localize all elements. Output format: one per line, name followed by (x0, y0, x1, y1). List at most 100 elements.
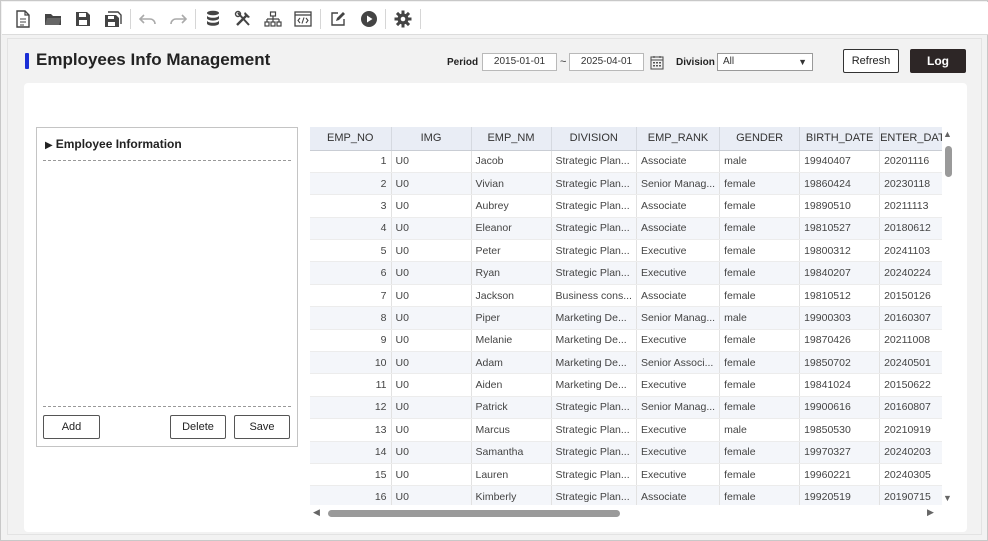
table-cell[interactable]: 19860424 (799, 172, 881, 196)
table-cell[interactable]: male (719, 150, 801, 173)
edit-icon[interactable] (327, 8, 349, 30)
table-cell[interactable]: Senior Manag... (636, 172, 721, 196)
table-cell[interactable]: Patrick (471, 396, 552, 420)
table-cell[interactable]: Peter (471, 239, 552, 263)
table-cell[interactable]: Executive (636, 373, 721, 397)
table-row[interactable]: 14 U0 Samantha Strategic Plan... Executive fe… (310, 441, 954, 464)
table-cell[interactable]: male (719, 418, 801, 442)
column-header-division[interactable]: DIVISION (551, 127, 637, 151)
table-cell[interactable]: 4 (310, 217, 392, 241)
table-cell[interactable]: U0 (391, 418, 472, 442)
table-row[interactable]: 13 U0 Marcus Strategic Plan... Executive male… (310, 418, 954, 442)
table-cell[interactable]: Strategic Plan... (551, 194, 637, 218)
column-header-emp-no[interactable]: EMP_NO (310, 127, 392, 151)
table-cell[interactable]: 19960221 (799, 463, 881, 487)
table-cell[interactable]: Strategic Plan... (551, 441, 637, 464)
table-cell[interactable]: U0 (391, 306, 472, 330)
table-cell[interactable]: Executive (636, 418, 721, 442)
scroll-down-icon[interactable]: ▼ (943, 493, 952, 503)
save-button[interactable]: Save (234, 415, 290, 439)
save-all-icon[interactable] (102, 8, 124, 30)
table-cell[interactable]: Marketing De... (551, 373, 637, 397)
table-row[interactable]: 9 U0 Melanie Marketing De... Executive female… (310, 329, 954, 353)
table-cell[interactable]: 6 (310, 261, 392, 285)
table-row[interactable]: 15 U0 Lauren Strategic Plan... Executive fema… (310, 463, 954, 487)
table-cell[interactable]: Strategic Plan... (551, 239, 637, 263)
run-icon[interactable] (358, 8, 380, 30)
table-cell[interactable]: Vivian (471, 172, 552, 196)
table-cell[interactable]: Piper (471, 306, 552, 330)
table-cell[interactable]: 3 (310, 194, 392, 218)
table-cell[interactable]: U0 (391, 329, 472, 353)
table-cell[interactable]: Marketing De... (551, 351, 637, 375)
table-cell[interactable]: 2 (310, 172, 392, 196)
delete-button[interactable]: Delete (170, 415, 226, 439)
table-cell[interactable]: 19890510 (799, 194, 881, 218)
table-cell[interactable]: Senior Manag... (636, 396, 721, 420)
table-cell[interactable]: 8 (310, 306, 392, 330)
table-cell[interactable]: Lauren (471, 463, 552, 487)
table-cell[interactable]: U0 (391, 396, 472, 420)
table-cell[interactable]: U0 (391, 172, 472, 196)
table-row[interactable]: 3 U0 Aubrey Strategic Plan... Associate femal… (310, 194, 954, 218)
table-cell[interactable]: U0 (391, 463, 472, 487)
table-cell[interactable]: Executive (636, 261, 721, 285)
table-cell[interactable]: Jacob (471, 150, 552, 173)
table-row[interactable]: 6 U0 Ryan Strategic Plan... Executive female 1… (310, 261, 954, 285)
table-cell[interactable]: 19870426 (799, 329, 881, 353)
calendar-icon[interactable] (649, 53, 665, 71)
table-cell[interactable]: 5 (310, 239, 392, 263)
table-cell[interactable]: 19810527 (799, 217, 881, 241)
table-cell[interactable]: 19810512 (799, 284, 881, 308)
table-cell[interactable]: Aiden (471, 373, 552, 397)
table-cell[interactable]: U0 (391, 373, 472, 397)
refresh-button[interactable]: Refresh (843, 49, 899, 73)
table-cell[interactable]: Executive (636, 441, 721, 464)
table-cell[interactable]: Adam (471, 351, 552, 375)
table-cell[interactable]: female (719, 172, 801, 196)
table-cell[interactable]: 13 (310, 418, 392, 442)
table-cell[interactable]: U0 (391, 150, 472, 173)
hierarchy-icon[interactable] (262, 8, 284, 30)
database-icon[interactable] (202, 8, 224, 30)
table-row[interactable]: 11 U0 Aiden Marketing De... Executive female 1… (310, 373, 954, 397)
table-cell[interactable]: Eleanor (471, 217, 552, 241)
column-header-emp-nm[interactable]: EMP_NM (471, 127, 552, 151)
table-cell[interactable]: U0 (391, 284, 472, 308)
table-cell[interactable]: Senior Manag... (636, 306, 721, 330)
table-cell[interactable]: 19900616 (799, 396, 881, 420)
table-cell[interactable]: 19850702 (799, 351, 881, 375)
table-row[interactable]: 10 U0 Adam Marketing De... Senior Associ... f… (310, 351, 954, 375)
table-cell[interactable]: Jackson (471, 284, 552, 308)
table-cell[interactable]: 19940407 (799, 150, 881, 173)
table-cell[interactable]: 11 (310, 373, 392, 397)
save-icon[interactable] (72, 8, 94, 30)
table-cell[interactable]: Strategic Plan... (551, 396, 637, 420)
table-cell[interactable]: U0 (391, 261, 472, 285)
table-cell[interactable]: Strategic Plan... (551, 261, 637, 285)
table-cell[interactable]: Executive (636, 329, 721, 353)
table-cell[interactable]: 14 (310, 441, 392, 464)
scroll-up-icon[interactable]: ▲ (943, 129, 952, 139)
horizontal-scroll-thumb[interactable] (328, 510, 620, 517)
table-cell[interactable]: Strategic Plan... (551, 217, 637, 241)
division-select[interactable]: All ▼ (717, 53, 813, 71)
column-header-img[interactable]: IMG (391, 127, 472, 151)
log-button[interactable]: Log (910, 49, 966, 73)
table-cell[interactable]: female (719, 261, 801, 285)
table-cell[interactable]: U0 (391, 239, 472, 263)
table-cell[interactable]: Associate (636, 284, 721, 308)
date-to-input[interactable]: 2025-04-01 (569, 53, 644, 71)
code-view-icon[interactable] (292, 8, 314, 30)
table-cell[interactable]: male (719, 306, 801, 330)
scroll-left-icon[interactable]: ◀ (313, 507, 320, 518)
table-cell[interactable]: Strategic Plan... (551, 150, 637, 173)
table-cell[interactable]: female (719, 329, 801, 353)
settings-icon[interactable] (392, 8, 414, 30)
table-cell[interactable]: 19841024 (799, 373, 881, 397)
table-cell[interactable]: Melanie (471, 329, 552, 353)
new-file-icon[interactable] (12, 8, 34, 30)
table-cell[interactable]: 15 (310, 463, 392, 487)
vertical-scrollbar[interactable]: ▲ ▼ (942, 127, 955, 505)
table-cell[interactable]: 12 (310, 396, 392, 420)
